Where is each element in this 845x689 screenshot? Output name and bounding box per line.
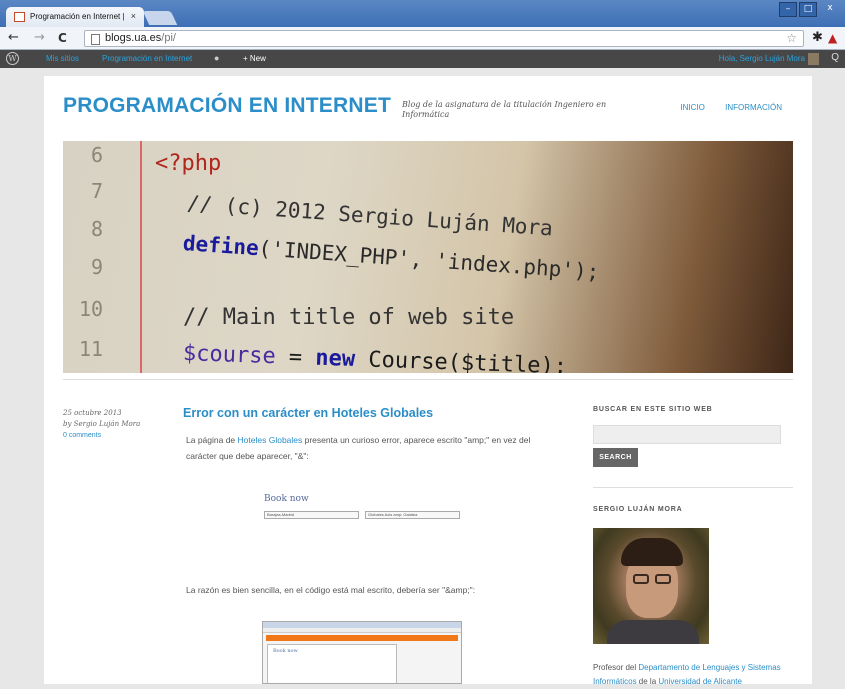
code-php-open: <?php — [155, 151, 222, 176]
admin-new-button[interactable]: + New — [243, 54, 266, 63]
address-bar[interactable]: blogs.ua.es/pi/ ☆ — [84, 30, 804, 47]
post-meta: 25 octubre 2013 by Sergio Luján Mora 0 c… — [63, 408, 140, 441]
img1-select-2: Globales Acis amp; Galatea — [365, 511, 460, 519]
post-title[interactable]: Error con un carácter en Hoteles Globale… — [183, 406, 433, 420]
post-date: 25 octubre 2013 — [63, 409, 122, 417]
code-var: $course — [182, 341, 277, 370]
photo-hair — [621, 538, 683, 566]
close-window-button[interactable]: x — [819, 2, 841, 17]
site-title[interactable]: PROGRAMACIÓN EN INTERNET — [63, 94, 391, 118]
url-path: /pi/ — [161, 32, 176, 44]
maximize-button[interactable]: □ — [799, 2, 817, 17]
search-heading: BUSCAR EN ESTE SITIO WEB — [593, 406, 713, 413]
admin-my-sites[interactable]: Mis sitios — [46, 54, 79, 63]
user-avatar[interactable] — [808, 53, 819, 65]
browser-tab-strip: Programación en Internet | × – □ x — [0, 0, 845, 27]
favicon-icon — [14, 12, 25, 22]
window-controls: – □ x — [779, 2, 841, 18]
nav-informacion[interactable]: INFORMACIÓN — [725, 103, 782, 112]
post-image-2: Book now — [262, 621, 462, 684]
url-host: blogs.ua.es — [105, 32, 162, 44]
line-number: 7 — [91, 179, 104, 203]
site-description: Blog de la asignatura de la titulación I… — [402, 100, 607, 119]
forward-button[interactable]: → — [34, 30, 45, 45]
author-heading: SERGIO LUJÁN MORA — [593, 506, 683, 513]
code-comment-2: // Main title of web site — [183, 305, 515, 330]
img1-heading: Book now — [264, 494, 309, 504]
code-new: new — [314, 345, 356, 373]
photo-glasses-left — [633, 574, 649, 584]
author-photo — [593, 528, 709, 644]
admin-search-icon[interactable]: Q — [831, 52, 839, 63]
minimize-button[interactable]: – — [779, 2, 797, 17]
browser-toolbar: ← → C blogs.ua.es/pi/ ☆ — [0, 27, 845, 50]
img1-select-1: Barajas-Madrid — [264, 511, 359, 519]
search-button[interactable]: SEARCH — [593, 448, 638, 467]
code-eq: = — [275, 344, 316, 371]
img2-toolbar — [263, 628, 461, 633]
bio-pre: Profesor del — [593, 663, 639, 672]
img2-orange-bar — [266, 635, 458, 641]
browser-tab[interactable]: Programación en Internet | × — [6, 7, 144, 27]
code-define-args: ('INDEX_PHP', 'index.php'); — [257, 236, 601, 285]
line-number: 9 — [91, 255, 104, 279]
line-number: 6 — [91, 143, 104, 167]
header-banner-image: 6 7 8 9 10 11 <?php // (c) 2012 Sergio L… — [63, 141, 793, 373]
line-number: 10 — [79, 297, 104, 321]
post-comments-link[interactable]: 0 comments — [63, 430, 140, 441]
photo-shirt — [607, 620, 699, 644]
line-number: 11 — [79, 337, 104, 361]
wordpress-logo-icon[interactable]: W — [6, 52, 19, 65]
code-define: define — [182, 231, 260, 261]
code-comment-1: // (c) 2012 Sergio Luján Mora — [186, 191, 554, 241]
gutter-line — [140, 141, 142, 373]
page-icon — [91, 34, 100, 45]
code-rest: Course($title); — [354, 347, 568, 373]
wp-admin-bar: W Mis sitios Programación en Internet ● … — [0, 50, 845, 68]
bio-mid: de la — [636, 677, 659, 686]
extension-icon[interactable]: ▲ — [828, 31, 837, 45]
author-bio: Profesor del Departamento de Lenguajes y… — [593, 661, 803, 689]
admin-site-name[interactable]: Programación en Internet — [102, 54, 192, 63]
post-paragraph-1: La página de Hoteles Globales presenta u… — [186, 432, 536, 464]
new-tab-button[interactable] — [142, 11, 178, 25]
bookmark-star-icon[interactable]: ☆ — [786, 31, 797, 45]
tab-title: Programación en Internet | — [30, 12, 125, 21]
line-number: 8 — [91, 217, 104, 241]
search-input[interactable] — [593, 425, 781, 444]
nav-inicio[interactable]: INICIO — [680, 103, 704, 112]
p1-pre: La página de — [186, 435, 238, 445]
post-paragraph-2: La razón es bien sencilla, en el código … — [186, 585, 476, 595]
post-image-1: Book now Barajas-Madrid Globales Acis am… — [264, 494, 460, 530]
reload-button[interactable]: C — [58, 31, 67, 45]
tab-close-icon[interactable]: × — [131, 11, 136, 21]
settings-gear-icon[interactable]: ✱ — [812, 30, 823, 45]
admin-user-greeting[interactable]: Hola, Sergio Luján Mora — [719, 54, 805, 63]
university-link[interactable]: Universidad de Alicante — [658, 677, 742, 686]
comment-icon[interactable]: ● — [214, 53, 219, 63]
post-author: by Sergio Luján Mora — [63, 420, 141, 428]
img2-heading: Book now — [273, 648, 298, 654]
code-course-line: $course = new Course($title); — [183, 341, 568, 373]
photo-glasses-right — [655, 574, 671, 584]
top-navigation: INICIO INFORMACIÓN — [662, 103, 782, 112]
page-content: PROGRAMACIÓN EN INTERNET Blog de la asig… — [44, 76, 812, 686]
hoteles-globales-link[interactable]: Hoteles Globales — [238, 435, 303, 445]
header-divider — [63, 379, 793, 380]
sidebar-divider — [593, 487, 793, 488]
back-button[interactable]: ← — [8, 30, 19, 45]
